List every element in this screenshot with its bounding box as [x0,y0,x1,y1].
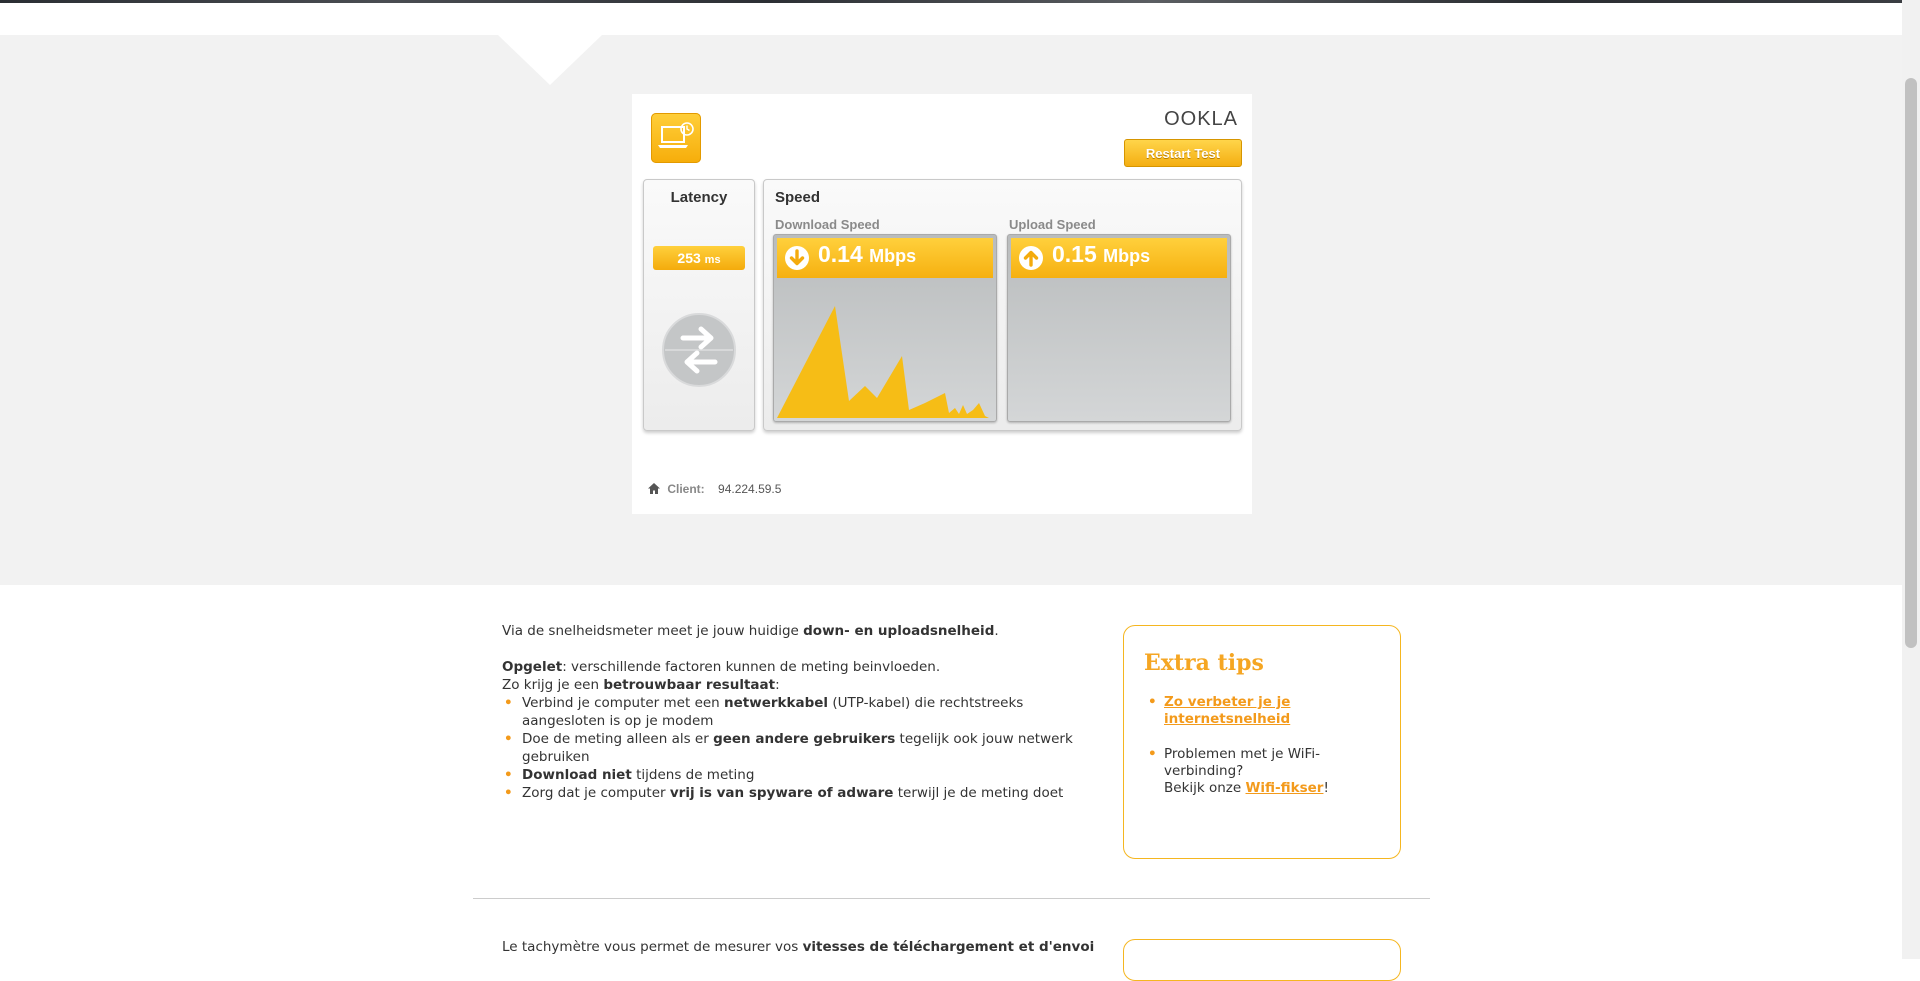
intro-text: Via de snelheidsmeter meet je jouw huidi… [502,622,1102,640]
info-section: Via de snelheidsmeter meet je jouw huidi… [502,622,1102,802]
warning-body: : verschillende factoren kunnen de metin… [562,659,941,675]
section-divider [473,898,1430,899]
download-speed-label: Download Speed [775,217,880,232]
client-label: Client: [667,482,705,496]
speedtest-widget: OOKLA Restart Test Latency 253 ms Speed … [632,94,1252,514]
latency-title: Latency [670,189,728,206]
speed-title: Speed [775,189,821,206]
tip3-b: tijdens de meting [631,767,755,783]
ping-arrows-icon [661,312,737,392]
wifi-suffix: ! [1323,780,1329,796]
extra-tips-title: Extra tips [1144,650,1264,676]
download-value-unit: Mbps [869,246,917,266]
tip1-b: netwerkkabel [724,695,829,711]
page-scrollbar[interactable] [1902,0,1920,959]
download-speed-value: 0.14 Mbps [818,241,916,268]
upload-value-number: 0.15 [1052,241,1097,267]
intro-text-c: . [994,623,999,639]
latency-panel: Latency 253 ms [643,179,755,431]
wifi-fikser-link[interactable]: Wifi-fikser [1246,780,1324,796]
improve-speed-link[interactable]: Zo verbeter je je internetsnelheid [1164,694,1290,727]
tip2-b: geen andere gebruikers [713,731,896,747]
download-arrow-icon [784,245,810,275]
download-graph [777,306,989,418]
latency-value: 253 [677,250,701,266]
speed-panel: Speed Download Speed Upload Speed 0.14 M… [763,179,1242,431]
list-item: Verbind je computer met een netwerkkabel… [504,694,1102,730]
intro-text-a: Via de snelheidsmeter meet je jouw huidi… [502,623,804,639]
wifi-prefix: Bekijk onze [1164,780,1246,796]
french-intro-a: Le tachymètre vous permet de mesurer vos [502,939,803,955]
list-item: Doe de meting alleen als er geen andere … [504,730,1102,766]
extra-tips-box: Extra tips Zo verbeter je je internetsne… [1123,625,1401,859]
extra-tips-list: Zo verbeter je je internetsnelheid Probl… [1148,694,1364,815]
warning-label: Opgelet [502,659,563,675]
restart-test-button[interactable]: Restart Test [1124,139,1242,167]
reliable-text: Zo krijg je een betrouwbaar resultaat: [502,676,1102,694]
upload-value-unit: Mbps [1103,246,1151,266]
list-item: Download niet tijdens de meting [504,766,1102,784]
upload-arrow-icon [1018,245,1044,275]
tip4-c: terwijl je de meting doet [893,785,1064,801]
tip3-a: Download niet [522,767,632,783]
home-icon [648,482,663,496]
upload-gauge: 0.15 Mbps [1007,234,1231,422]
latency-badge: 253 ms [653,246,745,270]
scrollbar-thumb[interactable] [1905,78,1917,648]
tip1-a: Verbind je computer met een [522,695,725,711]
upload-speed-value: 0.15 Mbps [1052,241,1150,268]
reliable-b: betrouwbaar resultaat [603,677,776,693]
wifi-problem-text: Problemen met je WiFi-verbinding? [1164,746,1320,779]
extra-tips-box-fr [1123,939,1401,981]
list-item: Zorg dat je computer vrij is van spyware… [504,784,1102,802]
tip4-a: Zorg dat je computer [522,785,670,801]
client-info: Client: 94.224.59.5 [648,482,781,496]
tips-list: Verbind je computer met een netwerkkabel… [502,694,1102,802]
tip4-b: vrij is van spyware of adware [669,785,894,801]
ookla-logo: OOKLA [1164,108,1238,130]
laptop-icon [651,113,701,163]
list-item: Zo verbeter je je internetsnelheid [1148,694,1364,728]
reliable-c: : [775,677,780,693]
list-item: Problemen met je WiFi-verbinding? Bekijk… [1148,746,1364,797]
intro-text-b: down- en uploadsnelheid [803,623,995,639]
hero-header-band [0,3,1902,35]
french-intro-b: vitesses de téléchargement et d'envoi [802,939,1095,955]
speedtest-hero: OOKLA Restart Test Latency 253 ms Speed … [0,3,1902,585]
french-intro-text: Le tachymètre vous permet de mesurer vos… [502,939,1094,955]
download-gauge: 0.14 Mbps [773,234,997,422]
client-ip: 94.224.59.5 [718,482,782,496]
tip2-a: Doe de meting alleen als er [522,731,714,747]
upload-speed-label: Upload Speed [1009,217,1096,232]
reliable-a: Zo krijg je een [502,677,604,693]
hero-notch [498,35,602,85]
latency-unit: ms [704,254,721,266]
download-value-number: 0.14 [818,241,863,267]
warning-text: Opgelet: verschillende factoren kunnen d… [502,658,1102,676]
